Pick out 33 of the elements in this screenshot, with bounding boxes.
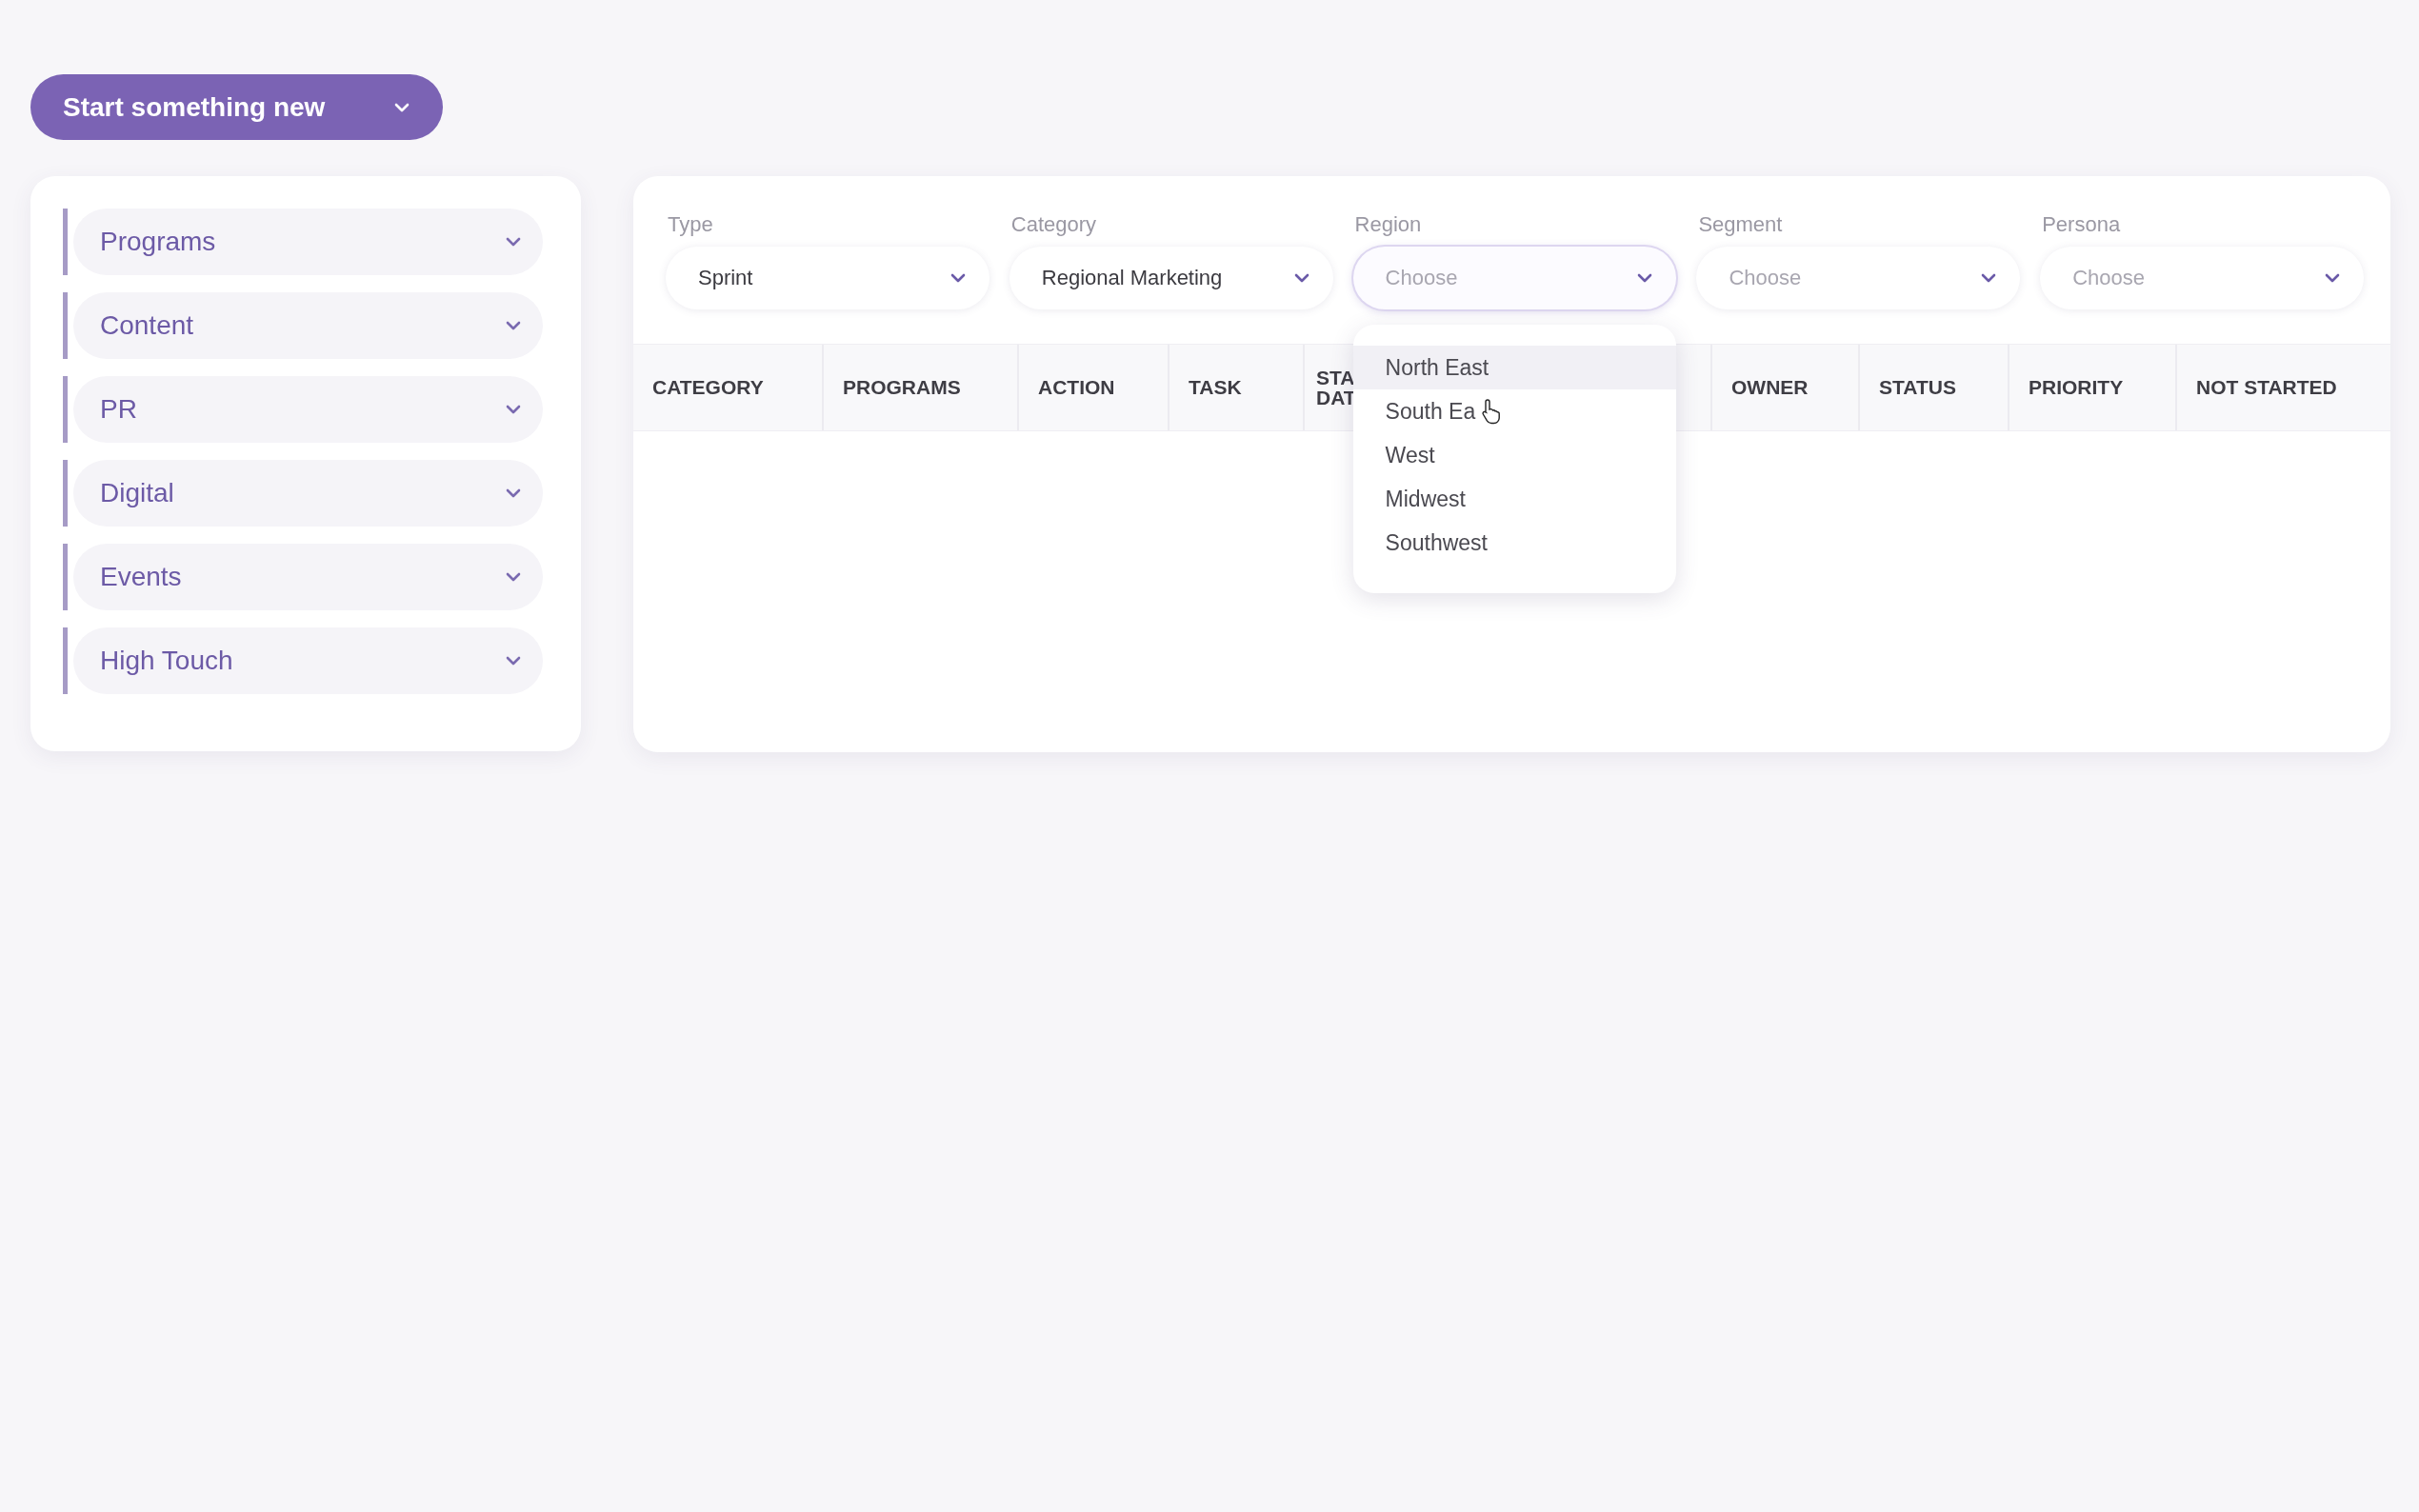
column-header: PRIORITY	[2009, 345, 2177, 430]
dropdown-option[interactable]: West	[1352, 433, 1677, 477]
column-header: NOT STARTED	[2195, 375, 2338, 400]
chevron-down-icon	[2324, 272, 2341, 284]
column-header: CATEGORY	[633, 345, 824, 430]
sidebar-item[interactable]: PR	[73, 376, 543, 443]
column-header: STATUS	[1860, 345, 2009, 430]
chevron-down-icon	[1980, 272, 1998, 284]
dropdown-option[interactable]: Midwest	[1352, 477, 1677, 521]
filter-dropdown[interactable]: Sprint	[666, 247, 990, 309]
filter-dropdown[interactable]: Regional Marketing	[1009, 247, 1333, 309]
dropdown-option[interactable]: North East	[1352, 346, 1677, 389]
chevron-down-icon	[393, 101, 410, 113]
filter-label: Persona	[2041, 212, 2122, 237]
filter-label: Region	[1353, 212, 1423, 237]
pointer-cursor-icon	[1481, 398, 1503, 425]
sidebar-item[interactable]: High Touch	[73, 627, 543, 694]
filter-label: Type	[667, 212, 714, 237]
chevron-down-icon	[1636, 272, 1654, 284]
dropdown-option[interactable]: Southwest	[1352, 521, 1677, 565]
sidebar-item[interactable]: Events	[73, 544, 543, 610]
column-header: OWNER	[1712, 345, 1860, 430]
filter-label: Segment	[1697, 212, 1784, 237]
filter-label: Category	[1010, 212, 1098, 237]
chevron-down-icon	[1292, 272, 1310, 284]
start-new-button[interactable]: Start something new	[30, 74, 443, 140]
sidebar-item[interactable]: Content	[73, 292, 543, 359]
sidebar-item[interactable]: Programs	[73, 209, 543, 275]
column-header: PROGRAMS	[824, 345, 1019, 430]
column-header: ACTION	[1019, 345, 1170, 430]
column-header: TASK	[1170, 345, 1305, 430]
chevron-down-icon	[949, 272, 967, 284]
sidebar-item[interactable]: Digital	[73, 460, 543, 527]
